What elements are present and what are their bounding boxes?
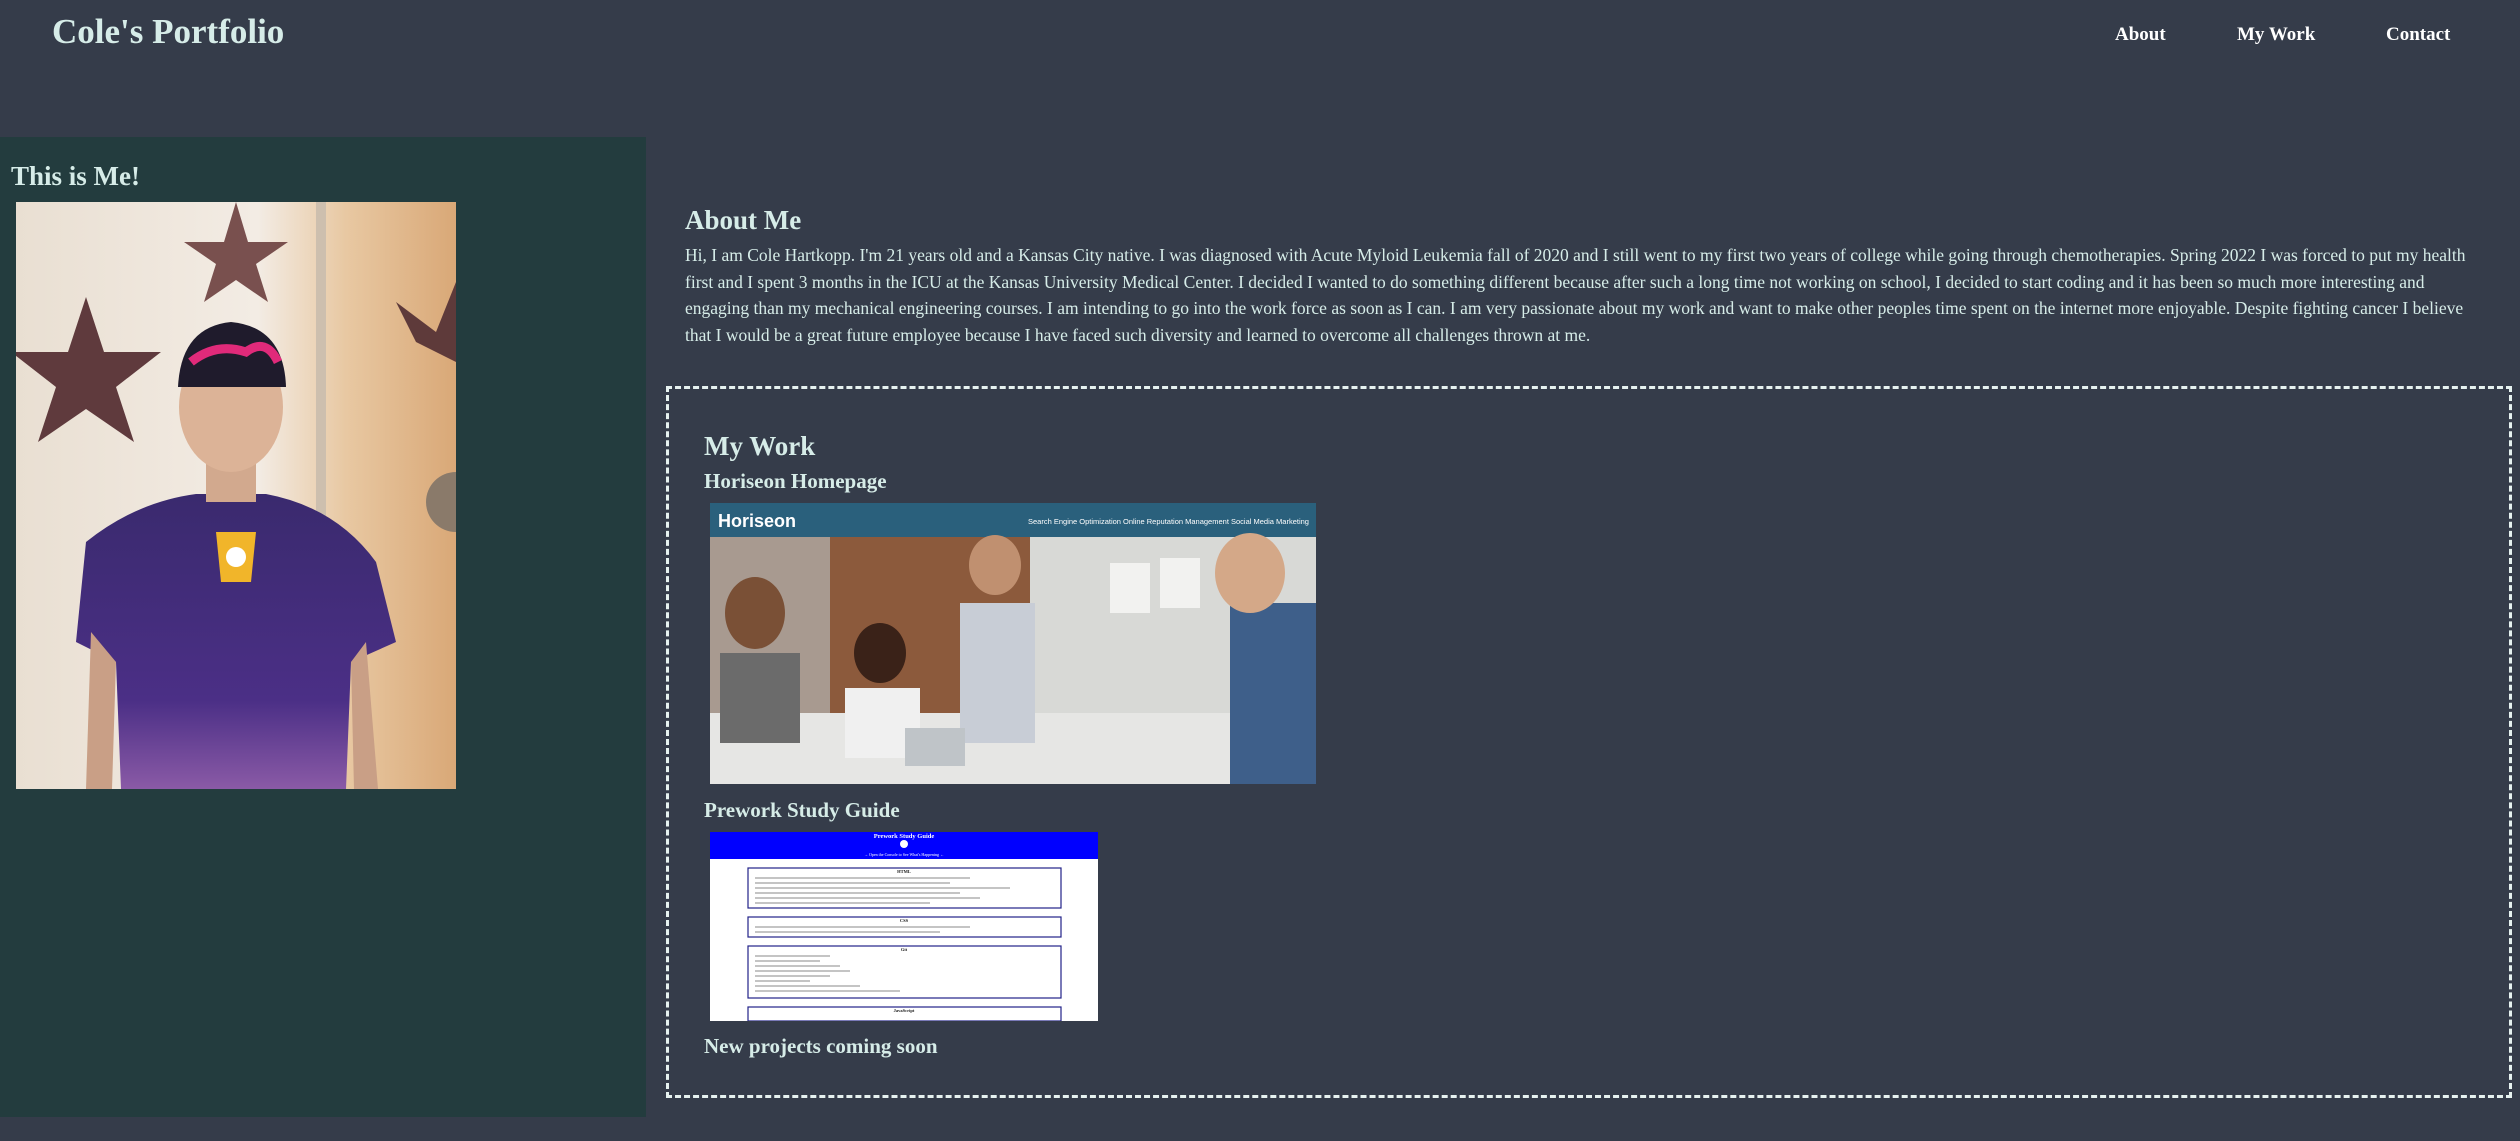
site-header: Cole's Portfolio About My Work Contact: [0, 0, 2520, 70]
prework-thumb-section-javascript: JavaScript: [894, 1008, 915, 1013]
work-section: My Work Horiseon Homepage Horiseon Searc…: [666, 386, 2512, 1098]
work-title: My Work: [704, 431, 816, 461]
prework-thumb-section-html: HTML: [897, 869, 911, 874]
profile-photo: [16, 202, 456, 789]
horiseon-thumb-brand: Horiseon: [718, 511, 796, 531]
project-title-prework: Prework Study Guide: [704, 798, 900, 822]
nav-link-about[interactable]: About: [2115, 24, 2166, 46]
project-title-horiseon: Horiseon Homepage: [704, 469, 887, 493]
project-thumbnail-prework[interactable]: Prework Study Guide → Open the Console t…: [710, 832, 1098, 1021]
prework-thumb-section-git: Git: [901, 947, 908, 952]
main-nav: About My Work Contact: [0, 24, 2520, 54]
sidebar-title: This is Me!: [11, 161, 141, 191]
nav-link-contact[interactable]: Contact: [2386, 24, 2450, 46]
about-body: Hi, I am Cole Hartkopp. I'm 21 years old…: [685, 245, 2466, 345]
project-thumbnail-horiseon[interactable]: Horiseon Search Engine Optimization Onli…: [710, 503, 1316, 784]
prework-thumb-title: Prework Study Guide: [874, 833, 935, 840]
prework-thumb-subtitle: → Open the Console to See What's Happeni…: [864, 852, 944, 857]
prework-thumb-section-css: CSS: [900, 918, 909, 923]
about-section: About Me Hi, I am Cole Hartkopp. I'm 21 …: [685, 205, 2485, 348]
sidebar: This is Me!: [0, 137, 646, 1117]
horiseon-thumb-nav-2: Online Reputation Management: [1123, 517, 1230, 526]
horiseon-thumb-nav-1: Search Engine Optimization: [1028, 517, 1121, 526]
horiseon-thumb-nav-3: Social Media Marketing: [1231, 517, 1309, 526]
nav-link-my-work[interactable]: My Work: [2237, 24, 2315, 46]
about-title: About Me: [685, 205, 802, 235]
coming-soon-text: New projects coming soon: [704, 1034, 938, 1058]
